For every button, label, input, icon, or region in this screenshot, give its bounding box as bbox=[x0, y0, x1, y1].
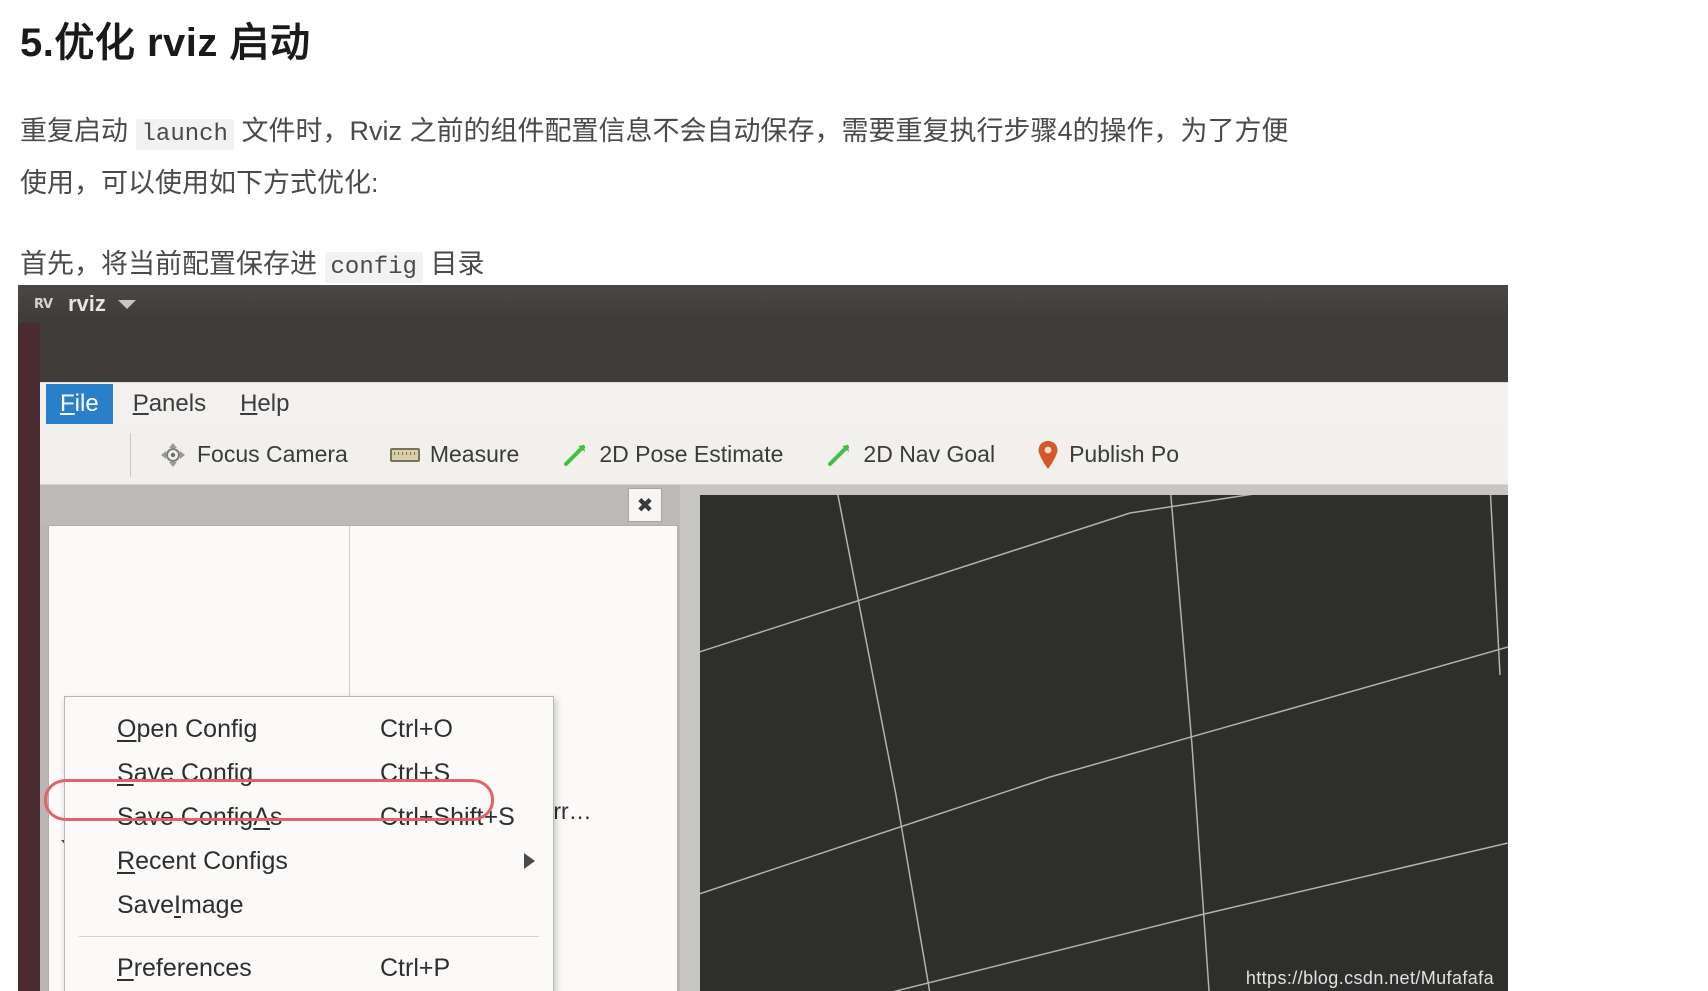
rviz-toolbar: Focus Camera Measure 2D Pose Estimate 2D… bbox=[40, 425, 1508, 485]
menu-file-rest: ile bbox=[74, 390, 99, 417]
menu-item-save-config[interactable]: Save Config Ctrl+S bbox=[65, 751, 553, 795]
menu-help[interactable]: Help bbox=[226, 384, 303, 424]
page-title: 5.优化 rviz 启动 bbox=[20, 21, 311, 65]
menu-item-label: mage bbox=[180, 890, 244, 919]
menu-item-mnemonic: O bbox=[117, 714, 137, 743]
rviz-window-title: rviz bbox=[68, 291, 106, 316]
map-pin-icon bbox=[1037, 440, 1059, 470]
menu-item-save-image[interactable]: Save Image bbox=[65, 883, 553, 927]
menu-item-open-config[interactable]: Open Config Ctrl+O bbox=[65, 707, 553, 751]
menu-item-label: ecent Configs bbox=[135, 846, 288, 875]
menu-item-mnemonic: S bbox=[117, 758, 134, 787]
rviz-3d-render-view[interactable] bbox=[700, 495, 1508, 991]
toolbar-publish-point-label: Publish Po bbox=[1069, 441, 1180, 467]
toolbar-measure-button[interactable]: Measure bbox=[376, 435, 533, 474]
menu-help-rest: elp bbox=[257, 390, 290, 417]
inline-code-launch: launch bbox=[135, 119, 234, 150]
menu-item-label-pre: Save Config bbox=[117, 802, 254, 831]
menu-file[interactable]: File bbox=[46, 384, 113, 424]
menu-panels[interactable]: Panels bbox=[119, 384, 220, 424]
toolbar-separator bbox=[130, 432, 131, 477]
paragraph-1-text-b: 文件时，Rviz 之前的组件配置信息不会自动保存，需要重复执行步骤4的操作，为了… bbox=[241, 116, 1289, 146]
rviz-menubar: File Panels Help bbox=[40, 382, 1508, 425]
toolbar-publish-point-button[interactable]: Publish Po bbox=[1023, 434, 1193, 476]
menu-panels-rest: anels bbox=[148, 390, 207, 417]
menu-file-mnemonic: F bbox=[60, 390, 75, 417]
page-root: 5.优化 rviz 启动 重复启动 launch 文件时，Rviz 之前的组件配… bbox=[0, 0, 1708, 991]
menu-item-label-pre: Save bbox=[117, 890, 174, 919]
menu-item-accelerator: Ctrl+P bbox=[380, 953, 451, 982]
paragraph-1: 重复启动 launch 文件时，Rviz 之前的组件配置信息不会自动保存，需要重… bbox=[20, 105, 1700, 161]
file-dropdown-menu[interactable]: Open Config Ctrl+O Save Config Ctrl+S Sa… bbox=[64, 696, 554, 991]
paragraph-2-text-b: 目录 bbox=[430, 249, 485, 279]
menu-help-mnemonic: H bbox=[240, 390, 258, 417]
toolbar-2d-pose-estimate-button[interactable]: 2D Pose Estimate bbox=[547, 435, 797, 475]
menu-item-label: references bbox=[133, 953, 252, 982]
close-icon[interactable]: ✖ bbox=[628, 488, 662, 522]
toolbar-2d-nav-goal-label: 2D Nav Goal bbox=[863, 441, 996, 467]
paragraph-1-line2: 使用，可以使用如下方式优化: bbox=[20, 168, 379, 198]
green-arrow-icon bbox=[561, 441, 589, 469]
green-arrow-icon bbox=[825, 441, 853, 469]
chevron-down-icon[interactable] bbox=[117, 299, 136, 309]
grid-render-svg bbox=[700, 495, 1508, 991]
focus-camera-icon bbox=[159, 441, 187, 469]
toolbar-measure-label: Measure bbox=[429, 441, 520, 467]
desktop-left-strip bbox=[18, 323, 40, 991]
rviz-titlebar: RV rviz bbox=[18, 285, 1508, 323]
toolbar-2d-pose-estimate-label: 2D Pose Estimate bbox=[599, 441, 784, 467]
menu-item-label: ave Config bbox=[133, 758, 254, 787]
paragraph-2-text-a: 首先，将当前配置保存进 bbox=[20, 249, 317, 279]
toolbar-2d-nav-goal-button[interactable]: 2D Nav Goal bbox=[811, 435, 1009, 475]
displays-panel-titlebar: ✖ bbox=[40, 485, 680, 525]
menu-separator bbox=[79, 936, 539, 937]
toolbar-focus-camera-label: Focus Camera bbox=[197, 441, 348, 467]
watermark-text: https://blog.csdn.net/Mufafafa bbox=[1245, 968, 1494, 988]
menu-item-mnemonic: R bbox=[117, 846, 136, 875]
menu-panels-mnemonic: P bbox=[132, 390, 149, 417]
menu-item-mnemonic: A bbox=[253, 802, 270, 831]
menu-item-preferences[interactable]: Preferences Ctrl+P bbox=[65, 946, 553, 990]
menu-item-mnemonic: I bbox=[173, 890, 181, 919]
menu-item-accelerator: Ctrl+Shift+S bbox=[380, 802, 515, 831]
rviz-window-screenshot: RV rviz File Panels Help Focus Camera Me… bbox=[18, 285, 1508, 991]
inline-code-config: config bbox=[324, 252, 423, 283]
menu-item-label: pen Config bbox=[136, 714, 258, 743]
menu-item-accelerator: Ctrl+S bbox=[380, 758, 451, 787]
paragraph-1-text-a: 重复启动 bbox=[20, 116, 128, 146]
menu-item-recent-configs[interactable]: Recent Configs bbox=[65, 839, 553, 883]
chevron-right-icon bbox=[524, 853, 535, 869]
menu-item-accelerator: Ctrl+O bbox=[380, 714, 453, 743]
measure-ruler-icon bbox=[389, 447, 420, 462]
toolbar-focus-camera-button[interactable]: Focus Camera bbox=[145, 435, 362, 475]
menu-item-mnemonic: P bbox=[117, 953, 134, 982]
menu-item-save-config-as[interactable]: Save Config As Ctrl+Shift+S bbox=[65, 795, 553, 839]
rviz-app-icon: RV bbox=[33, 296, 53, 312]
menu-item-label: s bbox=[269, 802, 283, 831]
